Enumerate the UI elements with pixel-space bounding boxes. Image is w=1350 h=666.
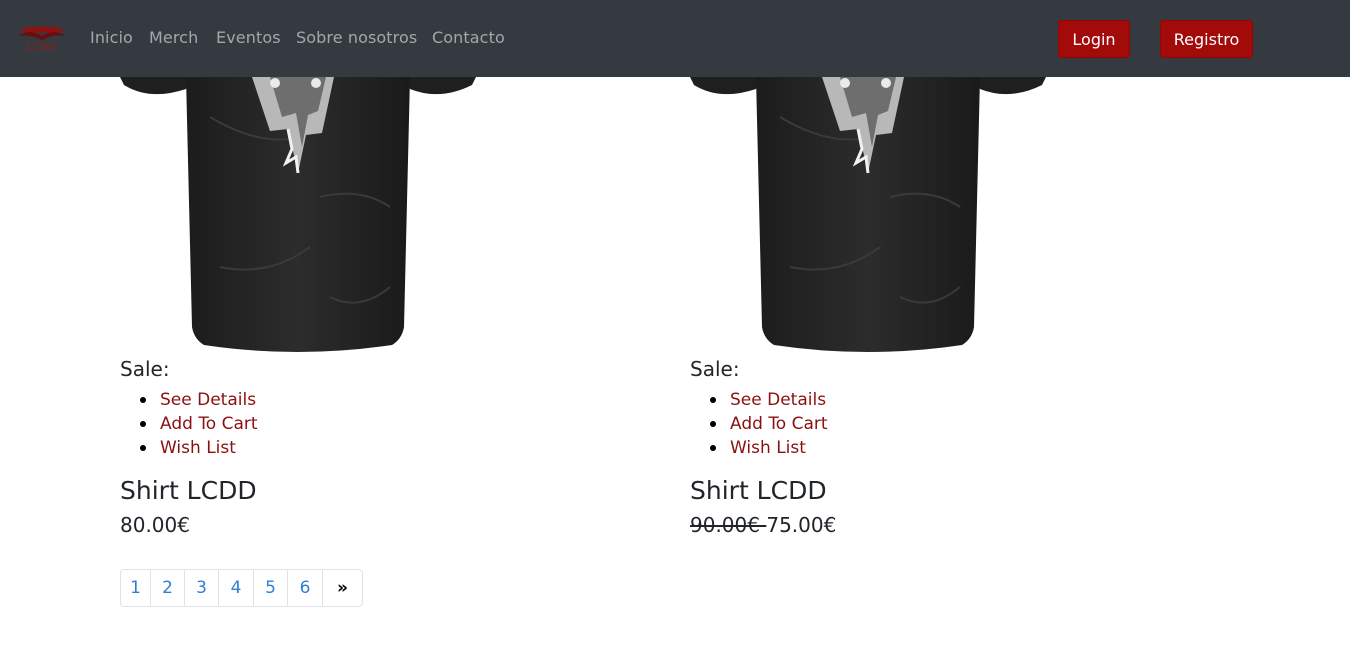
wish-list-link[interactable]: Wish List xyxy=(160,438,236,458)
login-button[interactable]: Login xyxy=(1058,20,1130,58)
page-link-5[interactable]: 5 xyxy=(254,570,288,606)
list-item: Wish List xyxy=(710,436,828,460)
current-price: 75.00€ xyxy=(766,513,837,537)
bullet xyxy=(710,445,716,451)
see-details-link[interactable]: See Details xyxy=(160,390,256,410)
wish-list-link[interactable]: Wish List xyxy=(730,438,806,458)
bullet xyxy=(710,421,716,427)
list-item: Add To Cart xyxy=(710,412,828,436)
register-button[interactable]: Registro xyxy=(1160,20,1253,58)
product-image-tshirt[interactable] xyxy=(120,77,476,357)
logo-text: LCDD xyxy=(26,43,57,53)
nav-link-sobre-nosotros[interactable]: Sobre nosotros xyxy=(296,28,417,47)
product-image-tshirt[interactable] xyxy=(690,77,1046,357)
product-price: 90.00€ 75.00€ xyxy=(690,513,836,537)
sale-label: Sale: xyxy=(690,357,740,381)
bullet xyxy=(710,397,716,403)
nav-link-contacto[interactable]: Contacto xyxy=(432,28,505,47)
list-item: Add To Cart xyxy=(140,412,258,436)
see-details-link[interactable]: See Details xyxy=(730,390,826,410)
next-page-icon[interactable]: » xyxy=(323,570,362,606)
product-price: 80.00€ xyxy=(120,513,190,537)
page-link-3[interactable]: 3 xyxy=(185,570,219,606)
current-price: 80.00€ xyxy=(120,513,190,537)
product-action-list: See Details Add To Cart Wish List xyxy=(140,388,258,460)
add-to-cart-link[interactable]: Add To Cart xyxy=(160,414,258,434)
lcdd-logo[interactable]: LCDD xyxy=(16,22,68,54)
sale-label: Sale: xyxy=(120,357,170,381)
bullet xyxy=(140,421,146,427)
nav-link-eventos[interactable]: Eventos xyxy=(216,28,281,47)
old-price: 90.00€ xyxy=(690,513,767,537)
nav-link-inicio[interactable]: Inicio xyxy=(90,28,133,47)
product-title: Shirt LCDD xyxy=(120,476,257,505)
bullet xyxy=(140,397,146,403)
page-link-2[interactable]: 2 xyxy=(151,570,185,606)
list-item: Wish List xyxy=(140,436,258,460)
nav-link-merch[interactable]: Merch xyxy=(149,28,198,47)
product-action-list: See Details Add To Cart Wish List xyxy=(710,388,828,460)
page-link-4[interactable]: 4 xyxy=(219,570,254,606)
navbar: LCDD Inicio Merch Eventos Sobre nosotros… xyxy=(0,0,1350,77)
add-to-cart-link[interactable]: Add To Cart xyxy=(730,414,828,434)
pagination: 1 2 3 4 5 6 » xyxy=(120,569,363,607)
product-title: Shirt LCDD xyxy=(690,476,827,505)
page-link-6[interactable]: 6 xyxy=(288,570,323,606)
page-link-1[interactable]: 1 xyxy=(121,570,151,606)
list-item: See Details xyxy=(140,388,258,412)
list-item: See Details xyxy=(710,388,828,412)
bullet xyxy=(140,445,146,451)
